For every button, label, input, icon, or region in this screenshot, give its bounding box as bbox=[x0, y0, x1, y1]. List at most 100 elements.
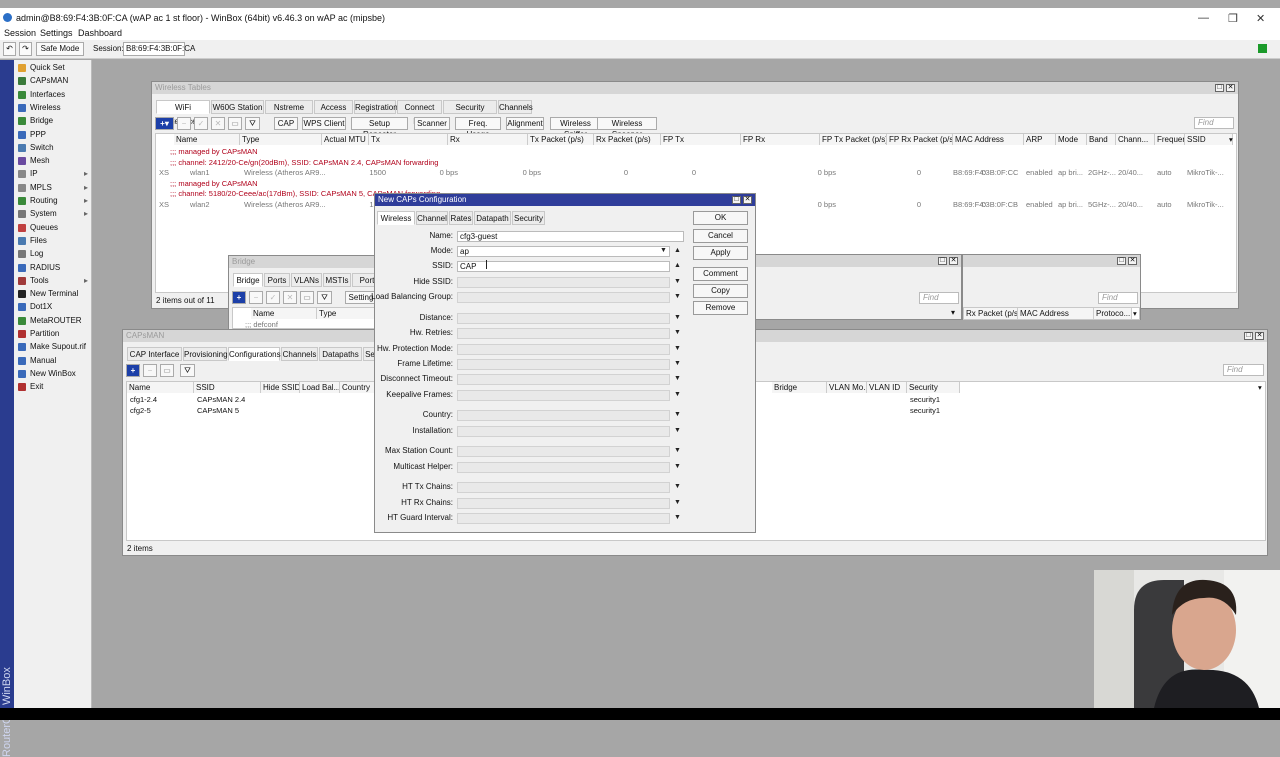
sidebar-item-system[interactable]: System ▸ bbox=[16, 207, 90, 220]
alignment-button[interactable]: Alignment bbox=[506, 117, 544, 130]
table-cell-mtu[interactable]: 1500 bbox=[346, 168, 386, 177]
tab-connect-list[interactable]: Connect List bbox=[397, 100, 442, 126]
menu-settings[interactable]: Settings bbox=[40, 28, 73, 38]
cap-button[interactable]: CAP bbox=[274, 117, 298, 130]
wireless-snooper-button[interactable]: Wireless Snooper bbox=[597, 117, 657, 139]
table-cell-fptxp[interactable]: 0 bbox=[881, 168, 921, 177]
field-input-ht-tx-chains[interactable] bbox=[457, 482, 670, 493]
capsman-comment-icon[interactable]: ▭ bbox=[160, 364, 174, 377]
menu-session[interactable]: Session bbox=[4, 28, 36, 38]
middle-col-dropdown-icon[interactable]: ▾ bbox=[948, 307, 958, 320]
table-cell-txp[interactable]: 0 bbox=[588, 168, 628, 177]
field-input-ssid[interactable]: CAP bbox=[457, 261, 670, 272]
cancel-button[interactable]: Cancel bbox=[693, 229, 748, 243]
table-cell-arp[interactable]: enabled bbox=[1026, 168, 1053, 177]
tab-registration[interactable]: Registration bbox=[354, 100, 398, 114]
undo-icon[interactable]: ↶ bbox=[3, 42, 16, 56]
bridge-tab-ports[interactable]: Ports bbox=[264, 273, 290, 287]
capsman-add-icon[interactable]: + bbox=[126, 364, 140, 377]
wireless-find-input[interactable]: Find bbox=[1194, 117, 1234, 129]
mode-dropdown-icon[interactable]: ▼ bbox=[660, 247, 667, 254]
table-cell-name[interactable]: wlan1 bbox=[190, 168, 210, 177]
field-input-load-balancing-group[interactable] bbox=[457, 292, 670, 303]
dialog-close-icon[interactable]: ✕ bbox=[743, 196, 752, 204]
field-dropdown-icon[interactable]: ▼ bbox=[674, 345, 681, 352]
table-row-name[interactable]: cfg2-5 bbox=[130, 406, 151, 415]
table-cell-flags[interactable]: XS bbox=[159, 168, 169, 177]
table-cell-tx[interactable]: 0 bps bbox=[418, 168, 458, 177]
field-input-distance[interactable] bbox=[457, 313, 670, 324]
table-cell-mode[interactable]: ap bri... bbox=[1058, 200, 1083, 209]
capsman-tab-configurations[interactable]: Configurations bbox=[228, 347, 281, 361]
bridge-remove-icon[interactable]: − bbox=[249, 291, 263, 304]
menu-dashboard[interactable]: Dashboard bbox=[78, 28, 122, 38]
window-maximize-icon[interactable]: □ bbox=[1215, 84, 1224, 92]
dialog-tab-datapath[interactable]: Datapath bbox=[474, 211, 511, 225]
freq-usage-button[interactable]: Freq. Usage bbox=[455, 117, 501, 139]
sidebar-item-bridge[interactable]: Bridge bbox=[16, 114, 90, 127]
table-cell-ssid[interactable]: MikroTik-... bbox=[1187, 200, 1224, 209]
table-row-ssid[interactable]: CAPsMAN 2.4 bbox=[197, 395, 245, 404]
field-dropdown-icon[interactable]: ▼ bbox=[674, 278, 681, 285]
field-dropdown-icon[interactable]: ▼ bbox=[674, 463, 681, 470]
field-dropdown-icon[interactable]: ▼ bbox=[674, 427, 681, 434]
copy-button[interactable]: Copy bbox=[693, 284, 748, 298]
dialog-maximize-icon[interactable]: □ bbox=[732, 196, 741, 204]
tab-access-list[interactable]: Access List bbox=[314, 100, 353, 126]
field-dropdown-icon[interactable]: ▼ bbox=[674, 329, 681, 336]
remove-icon[interactable]: − bbox=[177, 117, 191, 130]
field-input-ht-guard-interval[interactable] bbox=[457, 513, 670, 524]
table-cell-mac[interactable]: B8:69:F4:3B:0F:CB bbox=[953, 200, 1018, 209]
field-dropdown-icon[interactable]: ▼ bbox=[674, 483, 681, 490]
field-dropdown-icon[interactable]: ▼ bbox=[674, 411, 681, 418]
table-row-security[interactable]: security1 bbox=[910, 395, 940, 404]
close-button[interactable]: ✕ bbox=[1256, 12, 1265, 25]
field-dropdown-icon[interactable]: ▼ bbox=[674, 391, 681, 398]
sidebar-item-switch[interactable]: Switch bbox=[16, 141, 90, 154]
bridge-enable-icon[interactable]: ✓ bbox=[266, 291, 280, 304]
sidebar-item-metarouter[interactable]: MetaROUTER bbox=[16, 314, 90, 327]
capsman-filter-icon[interactable]: ⛛ bbox=[180, 364, 195, 377]
table-cell-type[interactable]: Wireless (Atheros AR9... bbox=[244, 200, 326, 209]
middle-find-input[interactable]: Find bbox=[919, 292, 959, 304]
capsman-tab-provisioning[interactable]: Provisioning bbox=[183, 347, 228, 361]
dialog-tab-channel[interactable]: Channel bbox=[416, 211, 448, 225]
sidebar-item-capsman[interactable]: CAPsMAN bbox=[16, 74, 90, 87]
field-input-disconnect-timeout[interactable] bbox=[457, 374, 670, 385]
table-cell-band[interactable]: 2GHz-... bbox=[1088, 168, 1116, 177]
table-cell-fptxp[interactable]: 0 bbox=[881, 200, 921, 209]
field-input-max-station-count[interactable] bbox=[457, 446, 670, 457]
comment-icon[interactable]: ▭ bbox=[228, 117, 242, 130]
scanner-button[interactable]: Scanner bbox=[414, 117, 450, 130]
field-input-hw-retries[interactable] bbox=[457, 328, 670, 339]
setup-repeater-button[interactable]: Setup Repeater bbox=[351, 117, 408, 139]
capsman-tab-cap-interface[interactable]: CAP Interface bbox=[127, 347, 182, 361]
table-cell-fprx[interactable]: 0 bps bbox=[796, 200, 836, 209]
table-row-ssid[interactable]: CAPsMAN 5 bbox=[197, 406, 239, 415]
sidebar-item-ppp[interactable]: PPP bbox=[16, 128, 90, 141]
sidebar-item-new-terminal[interactable]: New Terminal bbox=[16, 287, 90, 300]
right-col-dropdown-icon[interactable]: ▾ bbox=[1133, 309, 1137, 318]
field-input-keepalive-frames[interactable] bbox=[457, 390, 670, 401]
capsman-remove-icon[interactable]: − bbox=[143, 364, 157, 377]
window-close-icon[interactable]: ✕ bbox=[949, 257, 958, 265]
field-dropdown-icon[interactable]: ▼ bbox=[674, 514, 681, 521]
sidebar-item-wireless[interactable]: Wireless bbox=[16, 101, 90, 114]
field-dropdown-icon[interactable]: ▼ bbox=[674, 360, 681, 367]
sidebar-item-log[interactable]: Log bbox=[16, 247, 90, 260]
capsman-find-input[interactable]: Find bbox=[1223, 364, 1264, 376]
field-dropdown-icon[interactable]: ▼ bbox=[674, 447, 681, 454]
table-cell-mode[interactable]: ap bri... bbox=[1058, 168, 1083, 177]
table-cell-ssid[interactable]: MikroTik-... bbox=[1187, 168, 1224, 177]
bridge-comment-icon[interactable]: ▭ bbox=[300, 291, 314, 304]
table-row-name[interactable]: cfg1-2.4 bbox=[130, 395, 157, 404]
window-maximize-icon[interactable]: □ bbox=[938, 257, 947, 265]
sidebar-item-dot1x[interactable]: Dot1X bbox=[16, 300, 90, 313]
table-cell-type[interactable]: Wireless (Atheros AR9... bbox=[244, 168, 326, 177]
wt-col-dropdown-icon[interactable]: ▾ bbox=[1229, 135, 1233, 144]
wireless-sniffer-button[interactable]: Wireless Sniffer bbox=[550, 117, 601, 139]
sidebar-item-interfaces[interactable]: Interfaces bbox=[16, 88, 90, 101]
sidebar-item-mesh[interactable]: Mesh bbox=[16, 154, 90, 167]
ssid-collapse-icon[interactable]: ▲ bbox=[674, 262, 681, 269]
apply-button[interactable]: Apply bbox=[693, 246, 748, 260]
